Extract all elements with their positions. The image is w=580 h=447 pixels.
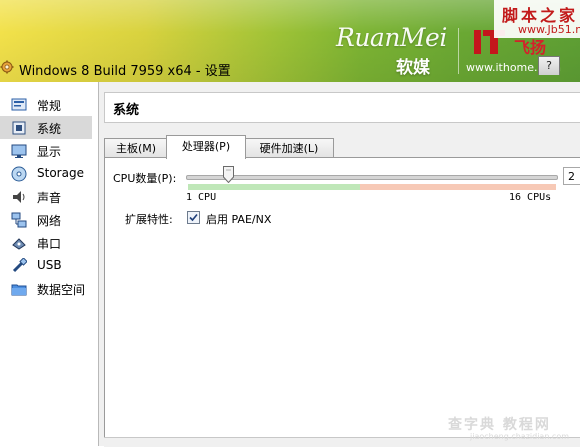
sidebar-item-label: 显示 [37, 145, 62, 159]
sidebar-item-label: 系统 [37, 122, 62, 136]
sidebar-item-shared-folders[interactable]: 数据空间 [0, 277, 92, 300]
tab-motherboard[interactable]: 主板(M) [104, 138, 168, 158]
window-title: Windows 8 Build 7959 x64 - 设置 [19, 64, 231, 79]
bottom-watermark: 查字典 教程网 [448, 417, 551, 433]
pae-nx-label[interactable]: 启用 PAE/NX [206, 211, 271, 227]
general-icon [11, 98, 27, 111]
slider-handle[interactable] [222, 166, 234, 183]
cpu-count-label: CPU数量(P): [113, 172, 177, 185]
settings-gear-icon [0, 60, 14, 74]
sidebar-item-label: 串口 [37, 237, 62, 251]
sidebar-item-label: USB [37, 258, 62, 272]
page-title: 系统 [113, 103, 140, 118]
sidebar-item-system[interactable]: 系统 [0, 116, 92, 139]
checkmark-icon [189, 213, 198, 222]
sidebar-item-label: Storage [37, 166, 84, 180]
bottom-watermark-url: jiaocheng.chazidian.com [470, 432, 570, 441]
window-titlebar: Windows 8 Build 7959 x64 - 设置 [0, 54, 580, 82]
extended-features-label: 扩展特性: [125, 213, 173, 226]
slider-overcommit-range [360, 184, 556, 190]
sidebar-item-label: 常规 [37, 99, 62, 113]
usb-icon [12, 258, 27, 273]
pae-nx-checkbox[interactable] [187, 211, 200, 224]
sidebar-item-serial-ports[interactable]: 串口 [0, 231, 92, 254]
display-icon [11, 144, 27, 158]
sidebar-item-label: 声音 [37, 191, 62, 205]
sidebar-item-label: 网络 [37, 214, 62, 228]
sidebar-item-general[interactable]: 常规 [0, 93, 92, 116]
watermark-url: www.Jb51.net [518, 23, 580, 36]
sidebar-item-network[interactable]: 网络 [0, 208, 92, 231]
sidebar-item-audio[interactable]: 声音 [0, 185, 92, 208]
slider-max-label: 16 CPUs [509, 192, 552, 203]
help-button[interactable]: ? [538, 56, 560, 75]
sidebar-item-storage[interactable]: Storage [0, 162, 92, 185]
audio-icon [13, 191, 25, 203]
sidebar-item-usb[interactable]: USB [0, 254, 92, 277]
cpu-count-input[interactable]: 2 [563, 167, 580, 185]
slider-min-label: 1 CPU [186, 192, 217, 203]
section-header [104, 92, 580, 123]
network-icon [11, 212, 27, 228]
sidebar-item-display[interactable]: 显示 [0, 139, 92, 162]
tab-processor[interactable]: 处理器(P) [166, 135, 246, 159]
sidebar-item-label: 数据空间 [37, 283, 86, 297]
shared-folder-icon [11, 284, 27, 296]
system-icon [12, 121, 26, 135]
tab-acceleration[interactable]: 硬件加速(L) [244, 138, 334, 158]
ruanmei-logo-text: RuanMei [336, 23, 447, 52]
storage-icon [11, 166, 27, 182]
serial-port-icon [12, 238, 26, 250]
slider-safe-range [188, 184, 360, 190]
cpu-count-slider[interactable] [186, 175, 558, 180]
